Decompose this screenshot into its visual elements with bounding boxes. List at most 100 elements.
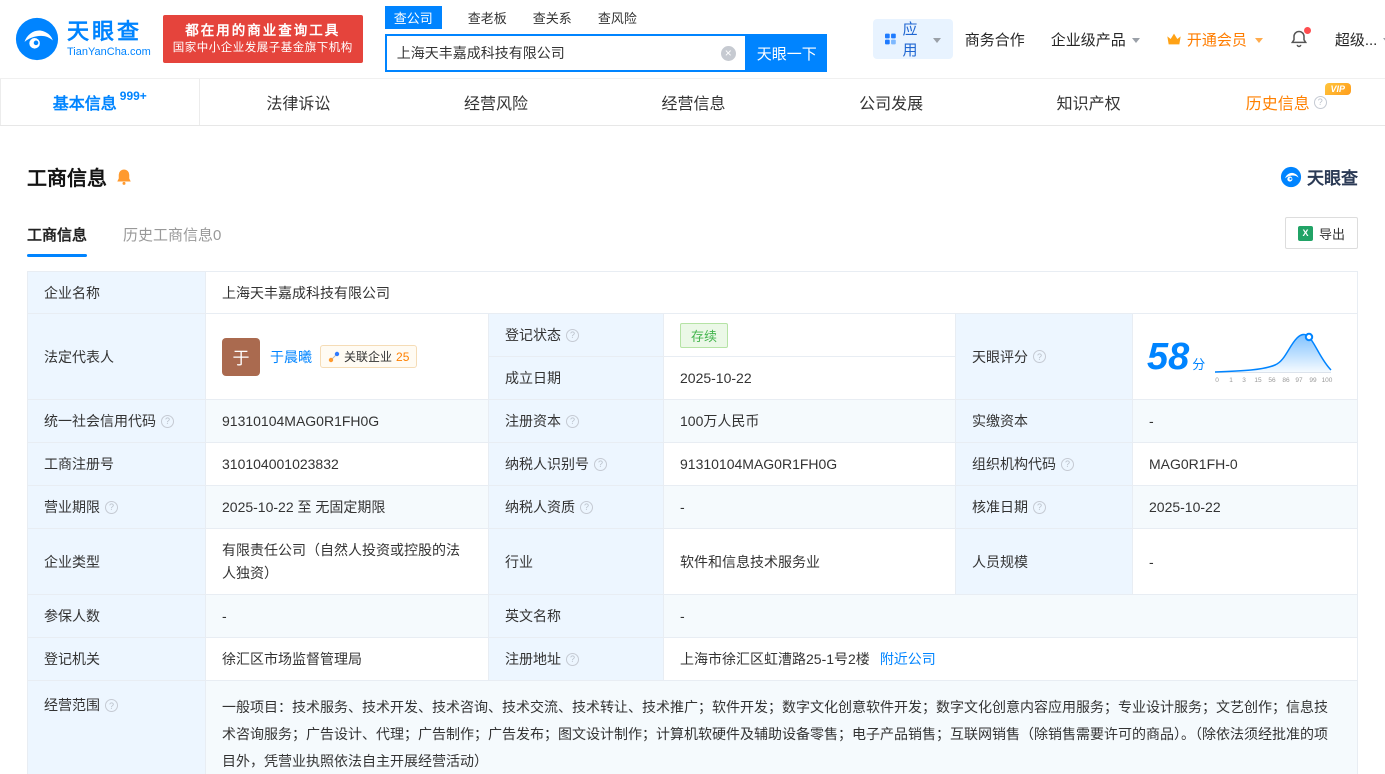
company-name-value: 上海天丰嘉成科技有限公司 [206, 272, 1357, 314]
subtab-business-info[interactable]: 工商信息 [27, 224, 88, 257]
export-button[interactable]: 导出 [1284, 217, 1358, 249]
help-icon[interactable] [1061, 457, 1074, 471]
reg-address-label: 注册地址 [489, 638, 664, 681]
tyc-score-cell[interactable]: 58 分 0 1 3 15 56 86 97 99 100 [1133, 314, 1357, 400]
tianyancha-logo[interactable]: 天眼查 TianYanCha.com [14, 16, 151, 62]
search-input[interactable] [396, 45, 715, 61]
search-button[interactable]: 天眼一下 [746, 34, 827, 72]
chevron-down-icon [1254, 37, 1263, 43]
establish-date-label: 成立日期 [489, 357, 664, 400]
taxpayer-quality-value: - [664, 486, 956, 529]
business-scope-label: 经营范围 [28, 681, 206, 774]
score-marker-dot [1305, 332, 1314, 341]
subtab-history-business-info[interactable]: 历史工商信息0 [123, 224, 221, 257]
tab-legal-proceedings[interactable]: 法律诉讼 [200, 79, 398, 125]
company-type-label: 企业类型 [28, 529, 206, 595]
industry-value: 软件和信息技术服务业 [664, 529, 956, 595]
search-tab-risk[interactable]: 查风险 [598, 6, 637, 29]
menu-enterprise-products[interactable]: 企业级产品 [1051, 29, 1140, 50]
related-companies-tag[interactable]: 关联企业 25 [320, 345, 418, 368]
tianyancha-watermark: 天眼查 [1280, 164, 1358, 189]
tab-basic-info-label: 基本信息 [52, 96, 117, 113]
apps-grid-icon [884, 33, 896, 45]
tab-history-info[interactable]: 历史信息 VIP [1187, 79, 1385, 125]
svg-text:15: 15 [1255, 377, 1263, 384]
excel-icon [1297, 225, 1313, 241]
clear-search-icon[interactable] [720, 45, 736, 61]
reg-capital-label: 注册资本 [489, 400, 664, 443]
establish-date-value: 2025-10-22 [664, 357, 956, 400]
top-header: 天眼查 TianYanCha.com 都在用的商业查询工具 国家中小企业发展子基… [0, 0, 1385, 78]
tab-intellectual-property-label: 知识产权 [1056, 96, 1121, 113]
main-content: 工商信息 天眼查 工商信息 历史工商信息0 导出 [0, 162, 1385, 774]
brand-domain: TianYanCha.com [67, 46, 151, 59]
help-icon[interactable] [1033, 500, 1046, 514]
english-name-label: 英文名称 [489, 595, 664, 638]
insured-count-label: 参保人数 [28, 595, 206, 638]
search-tab-company[interactable]: 查公司 [384, 6, 442, 29]
help-icon[interactable] [161, 414, 174, 428]
tab-company-development[interactable]: 公司发展 [792, 79, 990, 125]
menu-business-cooperation[interactable]: 商务合作 [965, 29, 1025, 50]
legal-rep-cell: 于 于晨曦 关联企业 25 [206, 314, 489, 400]
section-header: 工商信息 天眼查 [27, 162, 1358, 191]
help-icon[interactable] [566, 328, 579, 342]
help-icon[interactable] [105, 500, 118, 514]
menu-super-vip-label: 超级... [1334, 31, 1378, 49]
help-icon[interactable] [580, 500, 593, 514]
notification-red-dot [1303, 27, 1311, 34]
score-unit: 分 [1192, 356, 1206, 372]
tianyancha-logo-icon [15, 17, 59, 61]
apps-label: 应用 [902, 21, 918, 59]
tab-operation-info[interactable]: 经营信息 [595, 79, 793, 125]
help-icon[interactable] [566, 652, 579, 666]
menu-super-vip[interactable]: 超级... [1335, 29, 1385, 50]
slogan-banner: 都在用的商业查询工具 国家中小企业发展子基金旗下机构 [162, 15, 363, 63]
help-icon[interactable] [1033, 350, 1046, 363]
nearby-companies-link[interactable]: 附近公司 [880, 649, 936, 669]
notification-bell-icon[interactable] [1289, 27, 1311, 49]
apps-button[interactable]: 应用 [872, 19, 953, 59]
credit-code-label: 统一社会信用代码 [28, 400, 206, 443]
menu-open-vip[interactable]: 开通会员 [1166, 29, 1263, 50]
tab-history-info-label: 历史信息 [1245, 96, 1310, 113]
slogan-line1: 都在用的商业查询工具 [185, 23, 341, 38]
export-button-label: 导出 [1318, 226, 1345, 242]
insured-count-value: - [206, 595, 489, 638]
org-code-value: MAG0R1FH-0 [1133, 443, 1357, 486]
taxpayer-quality-label: 纳税人资质 [489, 486, 664, 529]
section-title: 工商信息 [27, 168, 107, 190]
tab-basic-info[interactable]: 基本信息 999+ [0, 79, 200, 125]
legal-rep-link[interactable]: 于晨曦 [270, 347, 312, 367]
help-icon[interactable] [594, 457, 607, 471]
taxpayer-id-value: 91310104MAG0R1FH0G [664, 443, 956, 486]
subtab-row: 工商信息 历史工商信息0 导出 [27, 217, 1358, 257]
reg-status-label: 登记状态 [489, 314, 664, 357]
search-tab-boss[interactable]: 查老板 [468, 6, 507, 29]
english-name-value: - [664, 595, 1357, 638]
chevron-down-icon [932, 37, 941, 43]
related-companies-count: 25 [396, 349, 410, 364]
tab-operation-risk[interactable]: 经营风险 [397, 79, 595, 125]
top-menu: 商务合作 企业级产品 开通会员 超级... [965, 27, 1385, 50]
tab-operation-info-label: 经营信息 [661, 96, 726, 113]
subscribe-bell-icon[interactable] [115, 168, 133, 186]
paid-capital-label: 实缴资本 [956, 400, 1133, 443]
subtabs: 工商信息 历史工商信息0 [27, 224, 221, 257]
help-icon[interactable] [105, 699, 118, 712]
search-tab-relation[interactable]: 查关系 [533, 6, 572, 29]
svg-text:97: 97 [1296, 377, 1304, 384]
help-icon[interactable] [566, 414, 579, 428]
search-row: 天眼一下 [384, 34, 827, 72]
approval-date-value: 2025-10-22 [1133, 486, 1357, 529]
company-name-label: 企业名称 [28, 272, 206, 314]
svg-text:100: 100 [1322, 377, 1333, 384]
approval-date-label: 核准日期 [956, 486, 1133, 529]
help-icon[interactable] [1313, 95, 1327, 109]
business-info-table: 企业名称 上海天丰嘉成科技有限公司 法定代表人 于 于晨曦 关联企业 25 登记… [27, 271, 1358, 774]
score-distribution-chart: 0 1 3 15 56 86 97 99 100 [1215, 332, 1333, 384]
tab-intellectual-property[interactable]: 知识产权 [990, 79, 1188, 125]
reg-authority-value: 徐汇区市场监督管理局 [206, 638, 489, 681]
company-nav-tabs: 基本信息 999+ 法律诉讼 经营风险 经营信息 公司发展 知识产权 历史信息 … [0, 78, 1385, 126]
legal-rep-avatar[interactable]: 于 [222, 337, 260, 376]
